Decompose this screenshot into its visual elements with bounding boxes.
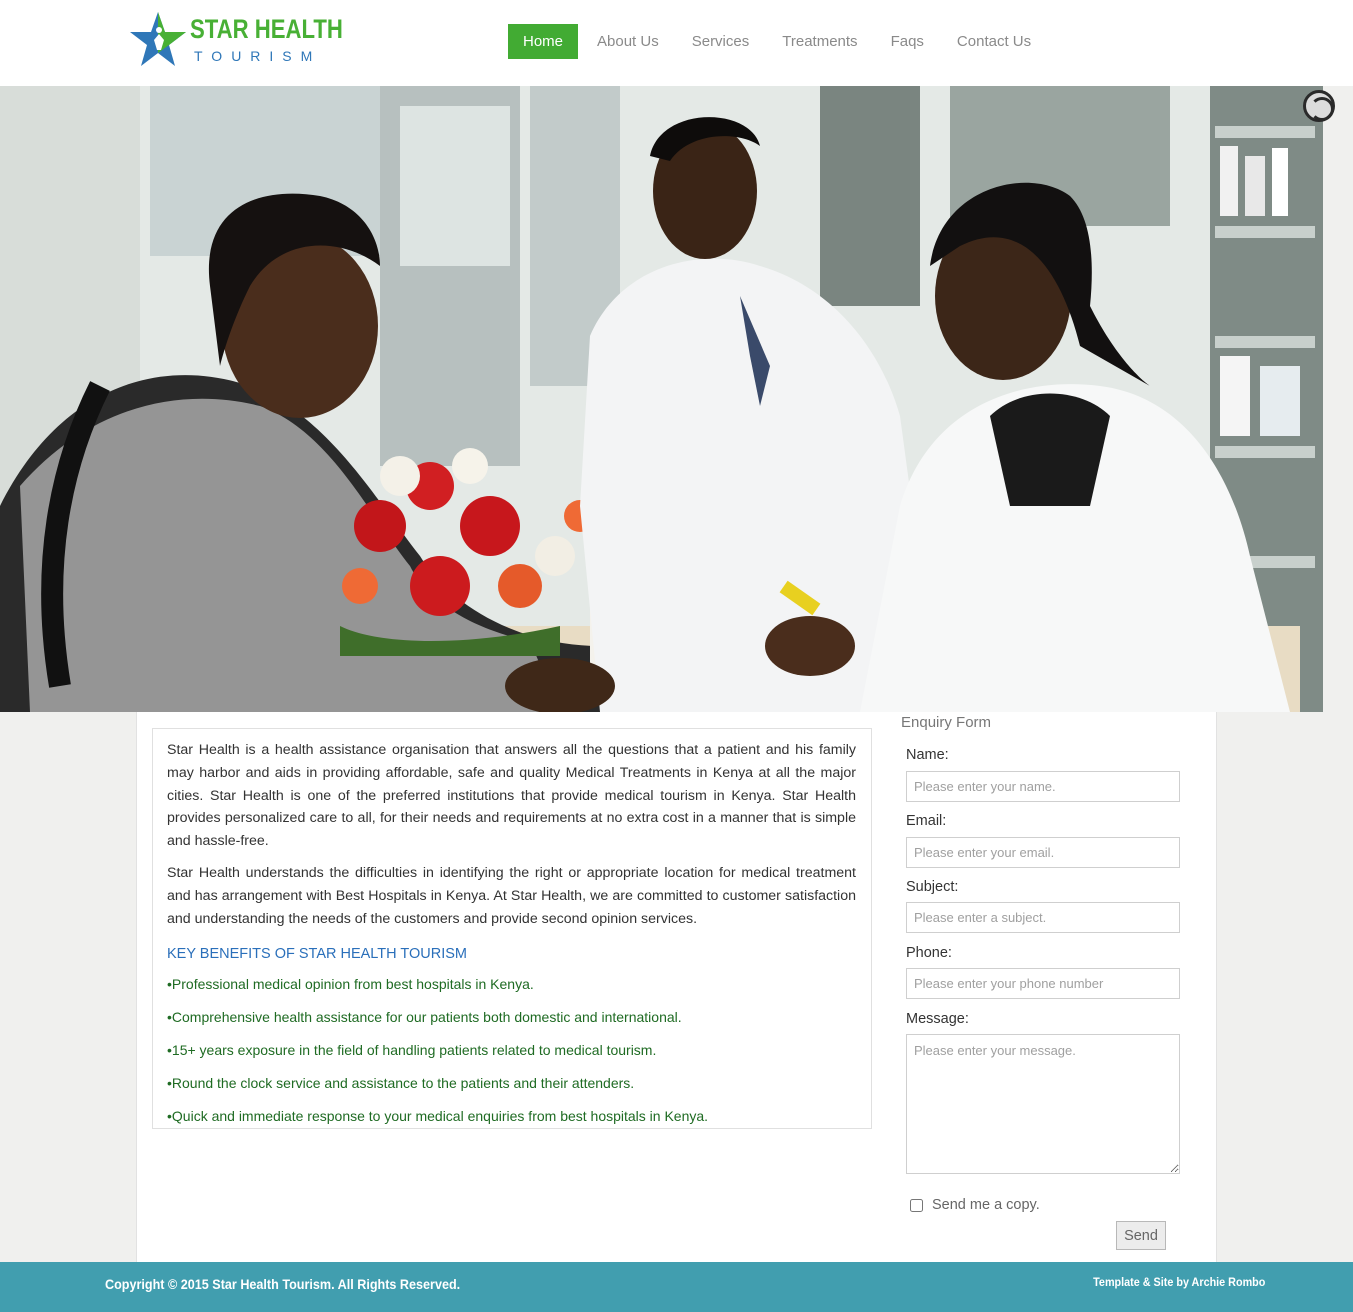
- benefit-item: •15+ years exposure in the field of hand…: [167, 1042, 657, 1059]
- phone-label: Phone:: [906, 945, 952, 961]
- hero-photo: [0, 86, 1323, 712]
- footer-copyright: Copyright © 2015 Star Health Tourism. Al…: [105, 1276, 461, 1292]
- nav-faqs[interactable]: Faqs: [875, 24, 939, 59]
- enquiry-form-title: Enquiry Form: [901, 714, 992, 731]
- site-footer: Copyright © 2015 Star Health Tourism. Al…: [0, 1262, 1353, 1312]
- send-copy-checkbox[interactable]: [910, 1198, 923, 1212]
- pharmacy-scene-illustration: [0, 86, 1323, 712]
- loading-spinner-icon: [1303, 90, 1335, 122]
- benefits-heading: KEY BENEFITS OF STAR HEALTH TOURISM: [167, 946, 467, 963]
- nav-home[interactable]: Home: [508, 24, 579, 59]
- subject-label: Subject:: [906, 879, 959, 895]
- message-textarea[interactable]: [906, 1034, 1180, 1174]
- benefit-item: •Quick and immediate response to your me…: [167, 1108, 709, 1125]
- send-copy-label: Send me a copy.: [932, 1197, 1040, 1213]
- benefit-item: •Comprehensive health assistance for our…: [167, 1009, 682, 1026]
- intro-paragraph-2: Star Health understands the difficulties…: [167, 864, 856, 927]
- intro-paragraph: Star Health is a health assistance organ…: [167, 742, 856, 850]
- site-header: STAR HEALTH TOURISM Home About Us Servic…: [0, 0, 1353, 86]
- email-label: Email:: [906, 813, 947, 829]
- star-logo-icon: [130, 12, 186, 66]
- email-input[interactable]: [906, 837, 1180, 868]
- message-label: Message:: [906, 1011, 969, 1027]
- benefit-item: •Round the clock service and assistance …: [167, 1075, 635, 1092]
- nav-services[interactable]: Services: [676, 24, 765, 59]
- name-label: Name:: [906, 747, 949, 763]
- site-logo[interactable]: STAR HEALTH TOURISM: [128, 8, 343, 70]
- send-copy-row: Send me a copy.: [910, 1197, 1040, 1213]
- nav-about-us[interactable]: About Us: [581, 24, 674, 59]
- logo-title: STAR HEALTH: [190, 14, 343, 44]
- benefit-item: •Professional medical opinion from best …: [167, 976, 534, 993]
- footer-credit[interactable]: Template & Site by Archie Rombo: [1093, 1275, 1265, 1289]
- nav-contact-us[interactable]: Contact Us: [941, 24, 1046, 59]
- main-nav: Home About Us Services Treatments Faqs C…: [508, 24, 1048, 59]
- name-input[interactable]: [906, 771, 1180, 802]
- nav-treatments[interactable]: Treatments: [766, 24, 872, 59]
- logo-subtitle: TOURISM: [194, 48, 322, 64]
- phone-input[interactable]: [906, 968, 1180, 999]
- subject-input[interactable]: [906, 902, 1180, 933]
- about-content: Star Health is a health assistance organ…: [152, 728, 872, 1129]
- send-button[interactable]: Send: [1116, 1221, 1166, 1250]
